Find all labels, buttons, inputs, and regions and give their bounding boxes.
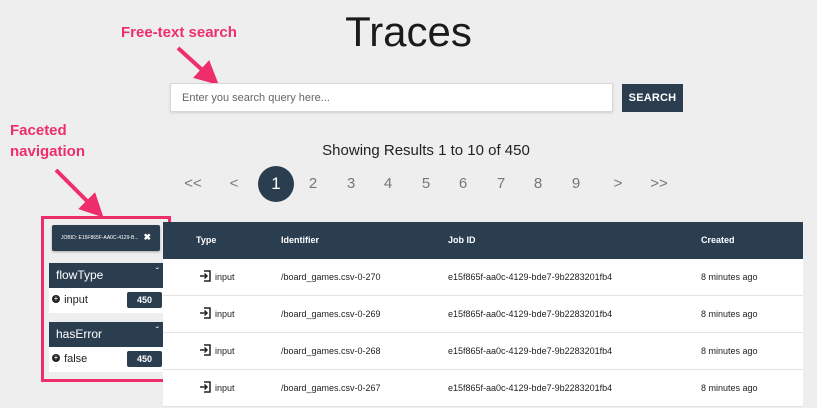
facet-option-false[interactable]: + false 450 xyxy=(49,347,166,372)
page-2-button[interactable]: 2 xyxy=(309,167,317,201)
pagination: << < 1 2 3 4 5 6 7 8 9 > >> xyxy=(0,166,817,202)
annotation-facet-line1: Faceted xyxy=(10,122,67,139)
facet-option-label: input xyxy=(64,294,88,306)
row-created: 8 minutes ago xyxy=(701,272,758,282)
sign-in-icon xyxy=(200,344,211,356)
facet-option-label: false xyxy=(64,353,88,365)
sign-in-icon xyxy=(200,381,211,393)
row-created: 8 minutes ago xyxy=(701,383,758,393)
row-job-id: e15f865f-aa0c-4129-bde7-9b2283201fb4 xyxy=(448,346,613,356)
row-identifier: /board_games.csv-0-267 xyxy=(281,383,381,393)
table-row[interactable]: input /board_games.csv-0-267 e15f865f-aa… xyxy=(163,370,803,407)
row-created: 8 minutes ago xyxy=(701,309,758,319)
plus-icon[interactable]: + xyxy=(52,295,60,304)
facet-count-badge: 450 xyxy=(127,351,162,367)
row-identifier: /board_games.csv-0-268 xyxy=(281,346,381,356)
table-row[interactable]: input /board_games.csv-0-268 e15f865f-aa… xyxy=(163,333,803,370)
search-input[interactable] xyxy=(170,83,613,112)
close-icon[interactable]: ✖ xyxy=(143,232,151,243)
row-type: input xyxy=(215,272,235,282)
results-table: Type Identifier Job ID Created input /bo… xyxy=(163,222,803,407)
row-identifier: /board_games.csv-0-270 xyxy=(281,272,381,282)
table-row[interactable]: input /board_games.csv-0-269 e15f865f-aa… xyxy=(163,296,803,333)
chevron-down-icon[interactable]: ˇ xyxy=(156,319,159,344)
active-filter-label: JOBID: E15F865F-AA0C-4129-B... xyxy=(61,235,139,241)
page-last-button[interactable]: >> xyxy=(650,167,668,201)
page-4-button[interactable]: 4 xyxy=(384,167,392,201)
page-6-button[interactable]: 6 xyxy=(459,167,467,201)
chevron-down-icon[interactable]: ˇ xyxy=(156,260,159,285)
page-9-button[interactable]: 9 xyxy=(572,167,580,201)
row-created: 8 minutes ago xyxy=(701,346,758,356)
page-5-button[interactable]: 5 xyxy=(422,167,430,201)
page-prev-button[interactable]: < xyxy=(230,167,239,201)
facet-title: flowType xyxy=(56,268,104,282)
table-header: Type Identifier Job ID Created xyxy=(163,222,803,259)
plus-icon[interactable]: + xyxy=(52,354,60,363)
facet-header-haserror[interactable]: hasError ˇ xyxy=(49,322,166,347)
row-type: input xyxy=(215,346,235,356)
facet-count-badge: 450 xyxy=(127,292,162,308)
row-type: input xyxy=(215,383,235,393)
facet-panel: JOBID: E15F865F-AA0C-4129-B... ✖ flowTyp… xyxy=(41,216,171,382)
facet-header-flowtype[interactable]: flowType ˇ xyxy=(49,263,166,288)
row-job-id: e15f865f-aa0c-4129-bde7-9b2283201fb4 xyxy=(448,272,613,282)
row-identifier: /board_games.csv-0-269 xyxy=(281,309,381,319)
facet-title: hasError xyxy=(56,327,103,341)
page-7-button[interactable]: 7 xyxy=(497,167,505,201)
facet-option-input[interactable]: + input 450 xyxy=(49,288,166,313)
annotation-search-label: Free-text search xyxy=(121,24,237,41)
sign-in-icon xyxy=(200,270,211,282)
facet-group-haserror: hasError ˇ + false 450 xyxy=(49,322,166,372)
page-first-button[interactable]: << xyxy=(184,167,202,201)
sign-in-icon xyxy=(200,307,211,319)
page-3-button[interactable]: 3 xyxy=(347,167,355,201)
row-type: input xyxy=(215,309,235,319)
search-button[interactable]: SEARCH xyxy=(622,84,683,112)
facet-group-flowtype: flowType ˇ + input 450 xyxy=(49,263,166,313)
column-header-type[interactable]: Type xyxy=(196,222,216,259)
row-job-id: e15f865f-aa0c-4129-bde7-9b2283201fb4 xyxy=(448,383,613,393)
table-row[interactable]: input /board_games.csv-0-270 e15f865f-aa… xyxy=(163,259,803,296)
page-8-button[interactable]: 8 xyxy=(534,167,542,201)
results-summary: Showing Results 1 to 10 of 450 xyxy=(322,142,530,159)
column-header-created[interactable]: Created xyxy=(701,222,735,259)
column-header-identifier[interactable]: Identifier xyxy=(281,222,319,259)
column-header-job-id[interactable]: Job ID xyxy=(448,222,476,259)
active-filter-chip[interactable]: JOBID: E15F865F-AA0C-4129-B... ✖ xyxy=(52,225,160,251)
page-1-button[interactable]: 1 xyxy=(258,166,294,202)
page-next-button[interactable]: > xyxy=(614,167,623,201)
row-job-id: e15f865f-aa0c-4129-bde7-9b2283201fb4 xyxy=(448,309,613,319)
